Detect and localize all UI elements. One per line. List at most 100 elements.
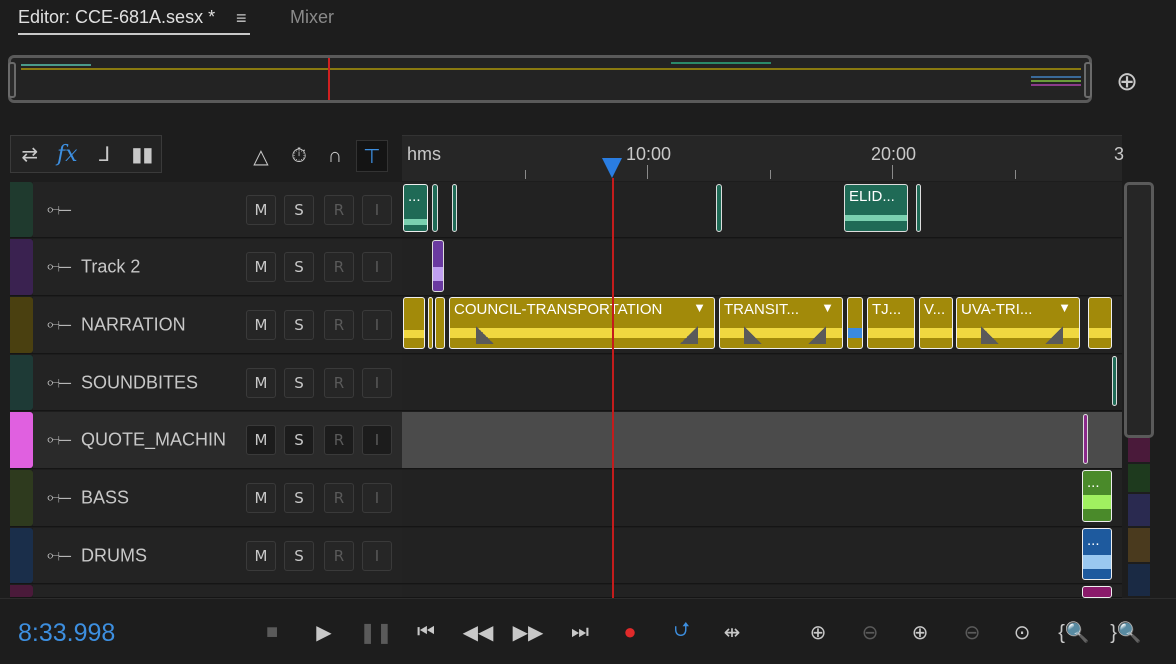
record-arm-button[interactable]: R <box>324 252 354 282</box>
time-ruler[interactable]: hms 10:00 20:00 3 <box>402 135 1124 181</box>
send-icon[interactable]: ⅃ <box>86 136 124 172</box>
track-name[interactable]: QUOTE_MACHIN <box>81 430 226 451</box>
stretch-icon[interactable]: ⏱ <box>284 140 314 172</box>
track-header[interactable]: ⟜⟝ DRUMS M S R I <box>33 528 403 583</box>
track-name[interactable]: Track 2 <box>81 257 140 278</box>
playhead-handle[interactable] <box>602 158 622 178</box>
solo-button[interactable]: S <box>284 540 314 571</box>
input-monitor-button[interactable]: I <box>362 483 392 513</box>
track-name[interactable]: BASS <box>81 488 129 509</box>
switch-icon[interactable]: ⇄ <box>11 136 49 172</box>
track-lane[interactable]: COUNCIL-TRANSPORTATION ▼ TRANSIT... ▼ TJ… <box>402 297 1122 353</box>
audio-clip[interactable] <box>716 184 722 232</box>
audio-clip[interactable] <box>452 184 457 232</box>
vertical-scrollbar[interactable] <box>1124 182 1154 438</box>
track-header[interactable]: ⟜⟝ BASS M S R I <box>33 470 403 526</box>
track-lane[interactable]: ... <box>402 528 1122 583</box>
record-arm-button[interactable]: R <box>324 483 354 513</box>
mute-button[interactable]: M <box>246 425 276 455</box>
zoom-out-amplitude-icon[interactable]: ⊖ <box>854 617 886 647</box>
stop-icon[interactable]: ■ <box>256 617 288 647</box>
fade-in-handle[interactable] <box>981 326 999 344</box>
mute-button[interactable]: M <box>246 483 276 513</box>
fade-out-handle[interactable] <box>1045 326 1063 344</box>
track-header[interactable] <box>33 585 403 597</box>
audio-clip[interactable] <box>916 184 921 232</box>
track-name[interactable]: NARRATION <box>81 315 186 336</box>
solo-button[interactable]: S <box>284 483 314 513</box>
zoom-in-time-icon[interactable]: ⊕ <box>904 617 936 647</box>
track-name[interactable]: SOUNDBITES <box>81 372 198 393</box>
record-arm-button[interactable]: R <box>324 194 354 225</box>
solo-button[interactable]: S <box>284 425 314 455</box>
mute-button[interactable]: M <box>246 367 276 398</box>
record-arm-button[interactable]: R <box>324 310 354 340</box>
audio-clip[interactable] <box>435 297 445 349</box>
fade-out-handle[interactable] <box>808 326 826 344</box>
overview-right-handle[interactable] <box>1084 62 1092 98</box>
skip-selection-icon[interactable]: ⇹ <box>716 617 748 647</box>
input-monitor-button[interactable]: I <box>362 194 392 225</box>
track-lane[interactable] <box>402 355 1122 410</box>
session-overview[interactable] <box>8 55 1092 103</box>
record-arm-button[interactable]: R <box>324 367 354 398</box>
metronome-icon[interactable]: △ <box>246 140 276 172</box>
audio-clip-v[interactable]: V... <box>919 297 953 349</box>
audio-clip[interactable]: ... <box>403 184 428 232</box>
track-lane[interactable]: ... <box>402 470 1122 526</box>
snap-icon[interactable]: ∩ <box>320 140 350 172</box>
record-arm-button[interactable]: R <box>324 540 354 571</box>
tab-mixer[interactable]: Mixer <box>290 7 334 28</box>
track-header[interactable]: ⟜⟝ M S R I <box>33 182 403 237</box>
audio-clip-tj[interactable]: TJ... <box>867 297 915 349</box>
track-lane[interactable] <box>402 239 1122 295</box>
rewind-icon[interactable]: ◀◀ <box>462 617 494 647</box>
zoom-in-point-icon[interactable]: {🔍 <box>1058 617 1090 647</box>
fx-icon[interactable]: fx <box>49 136 87 172</box>
track-header[interactable]: ⟜⟝ QUOTE_MACHIN M S R I <box>33 412 403 468</box>
zoom-full-icon[interactable]: ⊕ <box>1110 64 1144 98</box>
record-icon[interactable]: ● <box>614 617 646 647</box>
overview-left-handle[interactable] <box>8 62 16 98</box>
track-lane[interactable]: ... ELID... <box>402 182 1122 237</box>
audio-clip[interactable] <box>1082 586 1112 598</box>
tab-editor[interactable]: Editor: CCE-681A.sesx * <box>18 7 215 28</box>
go-to-start-icon[interactable]: ⏮ <box>410 617 442 647</box>
solo-button[interactable]: S <box>284 194 314 225</box>
solo-button[interactable]: S <box>284 310 314 340</box>
eq-icon[interactable]: ▮▮ <box>124 136 162 172</box>
audio-clip[interactable] <box>1083 414 1088 464</box>
mute-button[interactable]: M <box>246 310 276 340</box>
audio-clip[interactable] <box>432 184 438 232</box>
track-name[interactable]: DRUMS <box>81 545 147 566</box>
fast-forward-icon[interactable]: ▶▶ <box>512 617 544 647</box>
mute-button[interactable]: M <box>246 194 276 225</box>
zoom-full-icon[interactable]: ⊙ <box>1006 617 1038 647</box>
track-header[interactable]: ⟜⟝ Track 2 M S R I <box>33 239 403 295</box>
mute-button[interactable]: M <box>246 540 276 571</box>
audio-clip-transit[interactable]: TRANSIT... ▼ <box>719 297 843 349</box>
audio-clip-council-transportation[interactable]: COUNCIL-TRANSPORTATION ▼ <box>449 297 715 349</box>
tab-menu-icon[interactable]: ≡ <box>236 8 247 29</box>
input-monitor-button[interactable]: I <box>362 310 392 340</box>
audio-clip[interactable]: ... <box>1082 470 1112 522</box>
audio-clip[interactable]: ELID... <box>844 184 908 232</box>
fade-in-handle[interactable] <box>744 326 762 344</box>
track-lane[interactable] <box>402 585 1122 598</box>
track-header[interactable]: ⟜⟝ SOUNDBITES M S R I <box>33 355 403 410</box>
audio-clip[interactable] <box>428 297 433 349</box>
zoom-in-amplitude-icon[interactable]: ⊕ <box>802 617 834 647</box>
timecode-display[interactable]: 8:33.998 <box>18 619 115 648</box>
pause-icon[interactable]: ❚❚ <box>359 617 393 647</box>
track-header[interactable]: ⟜⟝ NARRATION M S R I <box>33 297 403 353</box>
audio-clip[interactable] <box>403 297 425 349</box>
pin-icon[interactable]: ⊤ <box>356 140 388 172</box>
input-monitor-button[interactable]: I <box>362 252 392 282</box>
play-icon[interactable]: ▶ <box>308 617 340 647</box>
input-monitor-button[interactable]: I <box>362 540 392 571</box>
chevron-down-icon[interactable]: ▼ <box>693 300 706 315</box>
track-lane[interactable] <box>402 412 1122 468</box>
mute-button[interactable]: M <box>246 252 276 282</box>
input-monitor-button[interactable]: I <box>362 425 392 455</box>
zoom-out-time-icon[interactable]: ⊖ <box>956 617 988 647</box>
